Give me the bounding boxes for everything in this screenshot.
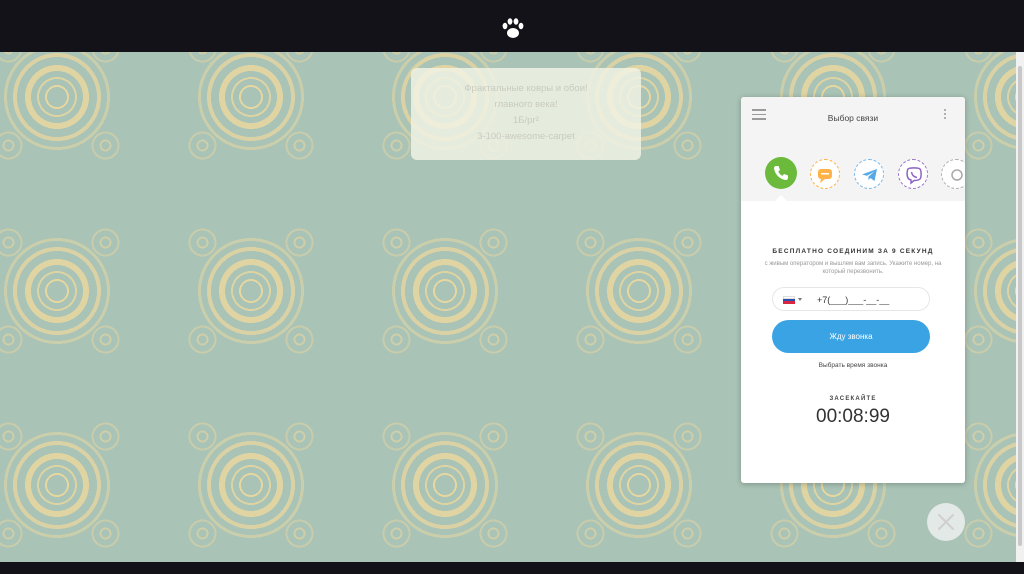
phone-input[interactable] bbox=[817, 292, 927, 308]
viber-icon bbox=[906, 167, 922, 185]
countdown-timer: 00:08:99 bbox=[816, 406, 890, 427]
more-options-icon[interactable] bbox=[942, 109, 948, 123]
phone-field[interactable] bbox=[772, 287, 930, 311]
notice-box: Фрактальные ковры и обои! главного века!… bbox=[411, 68, 641, 160]
timer-label: ЗАСЕКАЙТЕ bbox=[829, 396, 877, 402]
notice-line-3: 1Б/рг² bbox=[512, 115, 540, 126]
top-bar bbox=[0, 0, 1024, 52]
more-channel-icon bbox=[951, 169, 963, 181]
sms-channel-button[interactable] bbox=[810, 159, 840, 189]
phone-channel-button[interactable] bbox=[765, 157, 797, 189]
choose-time-link[interactable]: Выбрать время звонка bbox=[741, 362, 965, 369]
notice-line-1: Фрактальные ковры и обои! bbox=[464, 83, 588, 94]
viber-channel-button[interactable] bbox=[898, 159, 928, 189]
chevron-down-icon[interactable] bbox=[798, 298, 802, 301]
bottom-bar bbox=[0, 562, 1024, 574]
scrollbar-thumb[interactable] bbox=[1018, 66, 1022, 546]
telegram-channel-button[interactable] bbox=[854, 159, 884, 189]
call-me-button[interactable]: Жду звонка bbox=[772, 320, 930, 353]
close-icon bbox=[938, 514, 954, 530]
notice-line-2: главного века! bbox=[494, 99, 558, 110]
phone-icon bbox=[774, 166, 788, 180]
callback-widget: Выбор связи БЕСПЛАТНО СОЕДИНИМ ЗА 9 СЕКУ… bbox=[741, 97, 965, 483]
widget-header: Выбор связи bbox=[741, 97, 965, 201]
close-widget-button[interactable] bbox=[927, 503, 965, 541]
scrollbar[interactable] bbox=[1016, 52, 1024, 562]
ru-flag-icon[interactable] bbox=[783, 296, 795, 304]
telegram-icon bbox=[862, 169, 877, 181]
cta-subtitle: с живым оператором и вышлем вам запись. … bbox=[764, 261, 942, 275]
widget-title: Выбор связи bbox=[827, 113, 879, 123]
notice-line-4: 3-100-awesome-carpet bbox=[477, 131, 575, 142]
cta-title: БЕСПЛАТНО СОЕДИНИМ ЗА 9 СЕКУНД bbox=[772, 248, 934, 255]
more-channel-button[interactable] bbox=[941, 159, 965, 189]
paw-icon[interactable] bbox=[500, 16, 526, 42]
selected-channel-pointer bbox=[775, 195, 787, 201]
sms-icon bbox=[818, 169, 832, 183]
